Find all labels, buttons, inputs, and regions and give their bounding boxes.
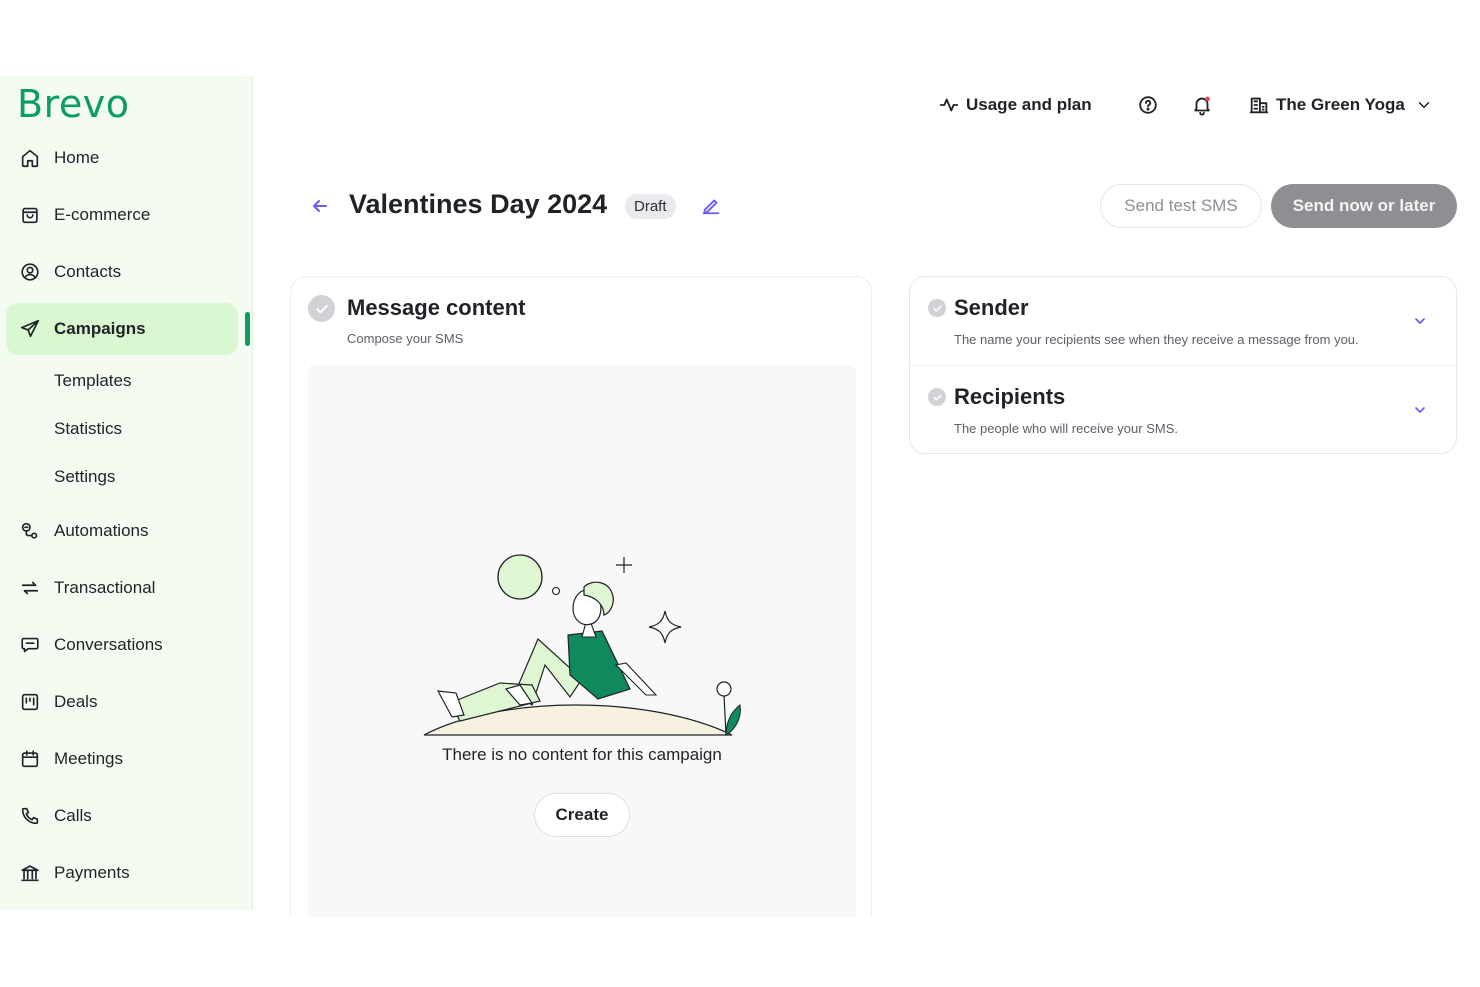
sidebar-item-transactional[interactable]: Transactional	[6, 562, 238, 614]
sidebar-item-label: Automations	[54, 521, 149, 540]
bell-icon	[1194, 96, 1210, 116]
phone-icon	[18, 804, 42, 828]
kanban-icon	[18, 690, 42, 714]
help-button[interactable]	[1137, 90, 1159, 120]
page-title: Valentines Day 2024	[349, 189, 608, 219]
chevron-down-icon[interactable]	[1412, 402, 1428, 418]
sender-recipients-card: Sender The name your recipients see when…	[909, 276, 1457, 454]
building-icon	[1249, 97, 1269, 114]
chevron-down-icon[interactable]	[1412, 313, 1428, 329]
check-circle-icon	[928, 388, 946, 406]
recipients-section[interactable]: Recipients The people who will receive y…	[910, 366, 1456, 455]
sidebar-item-meetings[interactable]: Meetings	[6, 733, 238, 785]
create-button[interactable]: Create	[534, 793, 630, 837]
back-arrow-icon[interactable]	[308, 194, 332, 218]
sidebar-item-label: Contacts	[54, 262, 122, 281]
sidebar-item-label: Conversations	[54, 635, 163, 654]
notifications-button[interactable]	[1191, 90, 1213, 120]
sidebar-item-label: Transactional	[54, 578, 156, 597]
sidebar-item-label: Deals	[54, 692, 98, 711]
usage-label: Usage and plan	[966, 95, 1092, 114]
activity-icon	[939, 98, 959, 112]
app-root: Brevo Home E-commerce Contacts Campaigns…	[0, 0, 1480, 987]
sidebar-subitem-statistics[interactable]: Statistics	[54, 419, 122, 439]
sidebar-item-ecommerce[interactable]: E-commerce	[6, 189, 238, 241]
sidebar-subitem-templates[interactable]: Templates	[54, 371, 131, 391]
empty-state-text: There is no content for this campaign	[442, 745, 722, 764]
account-name: The Green Yoga	[1276, 95, 1405, 114]
bank-icon	[18, 861, 42, 885]
message-content-subtitle: Compose your SMS	[347, 331, 464, 346]
sidebar-item-contacts[interactable]: Contacts	[6, 246, 238, 298]
chevron-down-icon	[1418, 102, 1430, 108]
empty-content-area: There is no content for this campaign Cr…	[308, 365, 856, 917]
recipients-subtitle: The people who will receive your SMS.	[954, 421, 1178, 436]
sidebar-item-label: Home	[54, 148, 100, 167]
sidebar-item-automations[interactable]: Automations	[6, 505, 238, 557]
repeat-icon	[18, 576, 42, 600]
account-switcher[interactable]: The Green Yoga	[1248, 90, 1433, 120]
recipients-title: Recipients	[954, 384, 1066, 409]
shopping-bag-icon	[18, 203, 42, 227]
sidebar-item-conversations[interactable]: Conversations	[6, 619, 238, 671]
message-content-title: Message content	[347, 295, 526, 320]
help-icon	[1139, 96, 1157, 114]
sidebar-item-campaigns[interactable]: Campaigns	[6, 303, 238, 355]
sidebar-item-payments[interactable]: Payments	[6, 847, 238, 899]
automation-icon	[18, 519, 42, 543]
pencil-icon[interactable]	[700, 194, 722, 216]
sidebar-item-label: E-commerce	[54, 205, 151, 224]
sidebar-item-label: Calls	[54, 806, 92, 825]
sender-subtitle: The name your recipients see when they r…	[954, 332, 1359, 347]
person-relaxing-illustration	[423, 554, 741, 736]
sidebar-item-label: Meetings	[54, 749, 123, 768]
sender-title: Sender	[954, 295, 1029, 320]
active-indicator	[245, 312, 250, 346]
chat-icon	[18, 633, 42, 657]
home-icon	[18, 146, 42, 170]
check-circle-icon	[928, 299, 946, 317]
status-badge: Draft	[625, 194, 676, 219]
sidebar-subitem-settings[interactable]: Settings	[54, 467, 115, 487]
sidebar-item-calls[interactable]: Calls	[6, 790, 238, 842]
usage-and-plan-link[interactable]: Usage and plan	[938, 90, 1092, 120]
sidebar-item-home[interactable]: Home	[6, 132, 238, 184]
check-circle-icon	[308, 295, 335, 322]
sidebar-item-label: Payments	[54, 863, 130, 882]
sidebar-item-deals[interactable]: Deals	[6, 676, 238, 728]
send-test-sms-button[interactable]: Send test SMS	[1100, 184, 1262, 228]
contact-icon	[18, 260, 42, 284]
sidebar-item-label: Campaigns	[54, 319, 146, 338]
calendar-icon	[18, 747, 42, 771]
sender-section[interactable]: Sender The name your recipients see when…	[910, 277, 1456, 366]
send-icon	[18, 317, 42, 341]
brevo-logo[interactable]: Brevo	[17, 82, 129, 126]
sidebar: Brevo Home E-commerce Contacts Campaigns…	[0, 76, 253, 910]
send-now-or-later-button[interactable]: Send now or later	[1271, 184, 1457, 228]
message-content-card: Message content Compose your SMS There i…	[290, 276, 872, 917]
